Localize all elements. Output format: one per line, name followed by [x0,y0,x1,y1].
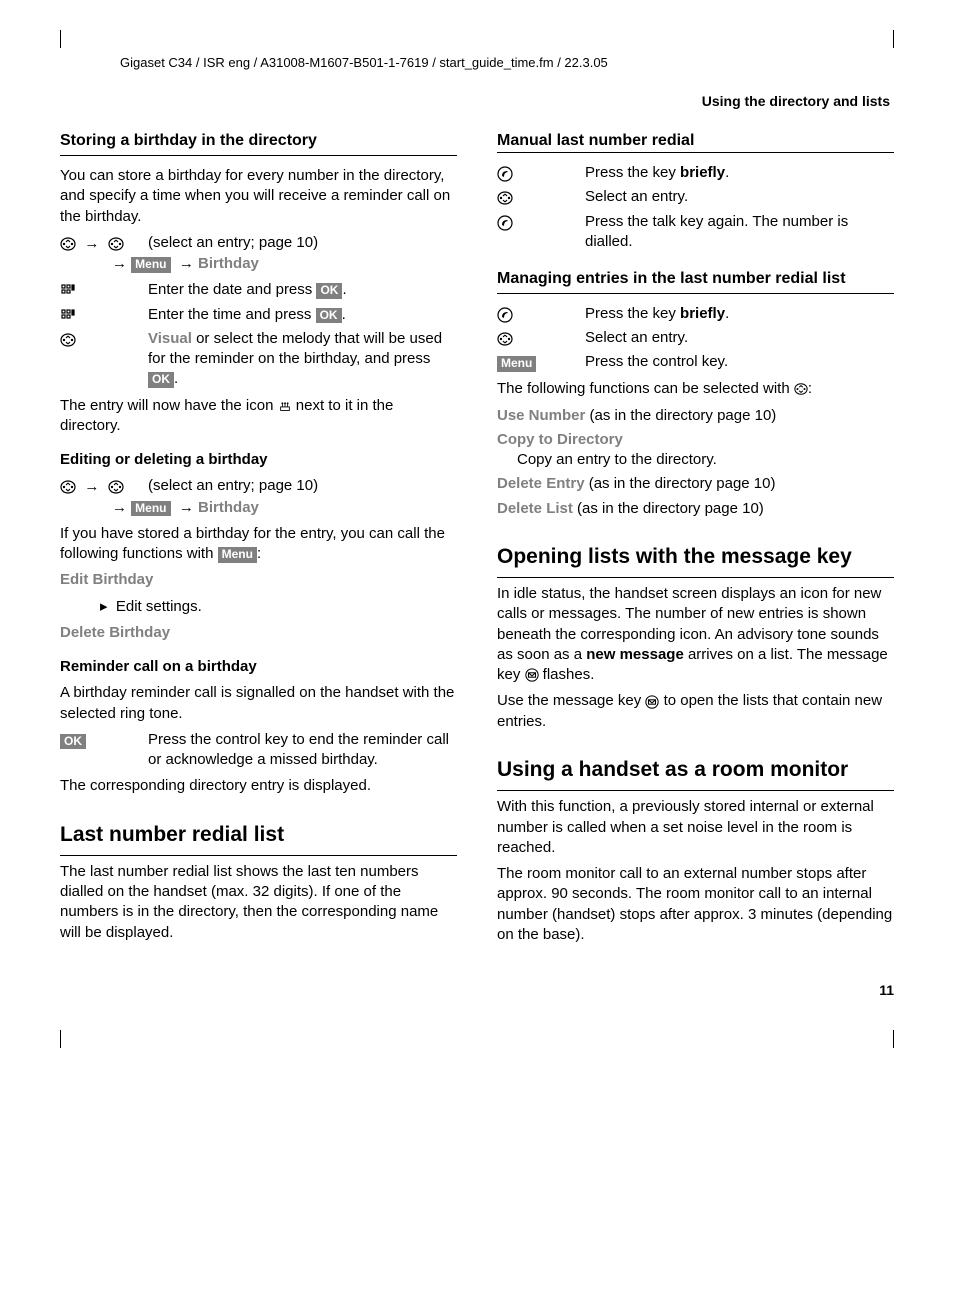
page-number: 11 [60,981,894,1000]
step-talk-again: Press the talk key again. The number is … [497,212,894,253]
header-path: Gigaset C34 / ISR eng / A31008-M1607-B50… [60,54,894,72]
nav-sequence-1: → (select an entry; page 10) [60,233,457,254]
fn-copy-dir-text: Copy an entry to the directory. [517,450,894,470]
menu-tag: Menu [218,547,257,563]
step-press-control: Menu Press the control key. [497,352,894,373]
cake-icon [278,399,292,413]
birthday-label: Birthday [198,255,259,272]
step-press-brief-1: Press the key briefly. [497,163,894,184]
right-column: Manual last number redial Press the key … [497,128,894,951]
heading-opening-lists: Opening lists with the message key [497,543,894,578]
para-storing: You can store a birthday for every numbe… [60,166,457,227]
nav-sequence-2: → (select an entry; page 10) [60,476,457,497]
ok-tag: OK [316,283,342,299]
talk-key-icon [497,215,513,231]
step-select-entry-2: Select an entry. [497,328,894,349]
step-visual: Visual or select the melody that will be… [60,329,457,390]
content-columns: Storing a birthday in the directory You … [60,128,894,951]
para-opening-1: In idle status, the handset screen displ… [497,584,894,685]
para-lastnum: The last number redial list shows the la… [60,862,457,943]
message-key-icon [525,668,539,682]
birthday-label: Birthday [198,499,259,516]
label-delete-birthday: Delete Birthday [60,623,457,643]
nav-key-icon [794,382,808,396]
para-room-2: The room monitor call to an external num… [497,864,894,945]
nav-key-icon [108,236,124,252]
para-if-stored: If you have stored a birthday for the en… [60,524,457,565]
para-room-1: With this function, a previously stored … [497,797,894,858]
fn-use-number: Use Number (as in the directory page 10) [497,406,894,426]
keypad-icon [60,283,76,299]
heading-reminder-call: Reminder call on a birthday [60,657,457,677]
left-column: Storing a birthday in the directory You … [60,128,457,951]
keypad-icon [60,308,76,324]
nav-key-icon [60,236,76,252]
heading-storing-birthday: Storing a birthday in the directory [60,130,457,156]
para-following: The following functions can be selected … [497,379,894,399]
ok-tag: OK [148,372,174,388]
step-enter-time: Enter the time and press OK. [60,305,457,326]
visual-label: Visual [148,330,192,347]
nav-key-icon [497,190,513,206]
nav-key-icon [60,479,76,495]
fn-copy-dir-label: Copy to Directory [497,430,894,450]
heading-manual-redial: Manual last number redial [497,130,894,153]
ok-tag: OK [60,734,86,750]
nav-sequence-2b: → Menu → Birthday [60,498,457,518]
crop-marks-top [60,30,894,48]
fn-delete-list: Delete List (as in the directory page 10… [497,499,894,519]
nav-key-icon [108,479,124,495]
talk-key-icon [497,307,513,323]
running-header: Using the directory and lists [60,92,894,111]
ok-tag: OK [316,308,342,324]
step-ok-end: OK Press the control key to end the remi… [60,730,457,771]
para-displayed: The corresponding directory entry is dis… [60,776,457,796]
menu-tag: Menu [131,501,170,517]
label-edit-birthday: Edit Birthday [60,570,457,590]
heading-last-number-redial: Last number redial list [60,821,457,856]
step-enter-date: Enter the date and press OK. [60,280,457,301]
para-entry-icon: The entry will now have the icon next to… [60,396,457,437]
step-press-brief-2: Press the key briefly. [497,304,894,325]
nav-key-icon [497,331,513,347]
message-key-icon [645,695,659,709]
heading-room-monitor: Using a handset as a room monitor [497,756,894,791]
fn-delete-entry: Delete Entry (as in the directory page 1… [497,474,894,494]
menu-tag: Menu [131,257,170,273]
para-reminder: A birthday reminder call is signalled on… [60,683,457,724]
para-opening-2: Use the message key to open the lists th… [497,691,894,732]
talk-key-icon [497,166,513,182]
menu-tag: Menu [497,356,536,372]
crop-marks-bottom [60,1030,894,1048]
nav-key-icon [60,332,76,348]
nav-sequence-1b: → Menu → Birthday [60,254,457,274]
step-select-entry-1: Select an entry. [497,187,894,208]
nav-select-entry-text: (select an entry; page 10) [148,234,318,251]
bullet-edit-settings: ▸ Edit settings. [60,597,457,617]
heading-editing-birthday: Editing or deleting a birthday [60,450,457,470]
heading-managing-entries: Managing entries in the last number redi… [497,268,894,294]
